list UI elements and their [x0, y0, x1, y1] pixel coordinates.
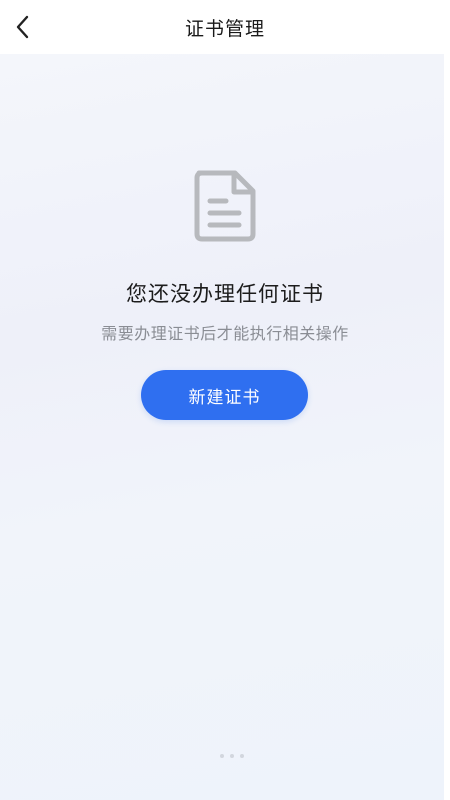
back-button[interactable] — [6, 10, 40, 44]
right-edge — [444, 54, 450, 800]
screen: 证书管理 您还没办理任何证书 需要办理证书后才能执行相关操作 新建证书 — [0, 0, 450, 800]
empty-state-subtitle: 需要办理证书后才能执行相关操作 — [101, 324, 349, 343]
page-dot — [220, 754, 224, 758]
new-certificate-button[interactable]: 新建证书 — [141, 370, 308, 420]
page-indicator — [220, 754, 244, 758]
empty-state-title: 您还没办理任何证书 — [126, 282, 324, 306]
nav-bar: 证书管理 — [0, 0, 450, 54]
page-title: 证书管理 — [184, 18, 265, 40]
page-dot — [230, 754, 234, 758]
document-icon — [194, 170, 256, 242]
content-area — [0, 54, 444, 800]
page-dot — [240, 754, 244, 758]
chevron-left-icon — [16, 15, 29, 39]
